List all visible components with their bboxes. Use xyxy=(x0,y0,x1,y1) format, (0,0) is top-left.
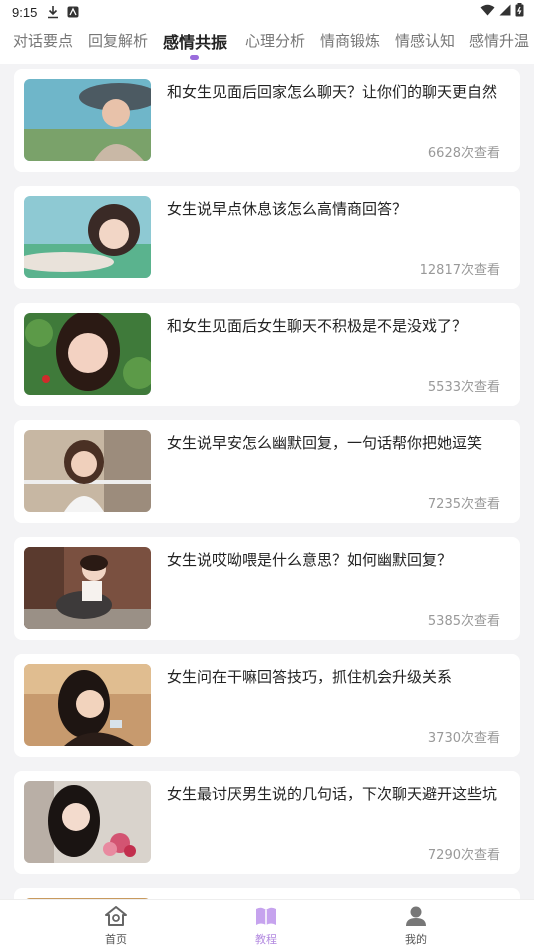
article-thumbnail xyxy=(24,196,151,278)
active-tab-indicator xyxy=(190,55,199,60)
tab-emotional-resonance[interactable]: 感情共振 xyxy=(163,29,227,53)
article-title: 女生说哎呦喂是什么意思？如何幽默回复？ xyxy=(167,551,453,569)
article-card[interactable] xyxy=(14,888,520,899)
profile-icon xyxy=(405,906,427,930)
article-title: 和女生见面后女生聊天不积极是不是没戏了？ xyxy=(167,317,468,335)
bottom-navigation: 首页 教程 我的 xyxy=(0,899,534,949)
status-time: 9:15 xyxy=(12,4,38,20)
article-thumbnail xyxy=(24,664,151,746)
article-card[interactable]: 女生问在干嘛回答技巧，抓住机会升级关系 3730次查看 xyxy=(14,654,520,757)
signal-icon xyxy=(499,4,511,20)
article-view-count: 12817次查看 xyxy=(419,263,500,278)
article-thumbnail xyxy=(24,781,151,863)
wifi-icon xyxy=(480,4,495,20)
nav-mine[interactable]: 我的 xyxy=(386,906,446,947)
nav-home-label: 首页 xyxy=(105,933,127,946)
article-card[interactable]: 女生说哎呦喂是什么意思？如何幽默回复？ 5385次查看 xyxy=(14,537,520,640)
nav-mine-label: 我的 xyxy=(405,933,427,946)
article-view-count: 3730次查看 xyxy=(427,731,500,746)
battery-icon xyxy=(515,3,524,21)
notification-app-icon xyxy=(67,6,79,18)
tab-psychology-analysis[interactable]: 心理分析 xyxy=(245,30,305,51)
tab-eq-training[interactable]: 情商锻炼 xyxy=(320,30,380,51)
tab-reply-analysis[interactable]: 回复解析 xyxy=(88,30,148,51)
tab-emotional-cognition[interactable]: 情感认知 xyxy=(395,30,455,51)
article-card[interactable]: 女生最讨厌男生说的几句话，下次聊天避开这些坑 7290次查看 xyxy=(14,771,520,874)
article-view-count: 5533次查看 xyxy=(427,380,500,395)
category-tabs: 对话要点 回复解析 感情共振 心理分析 情商锻炼 情感认知 感情升温 xyxy=(0,24,534,64)
status-bar: 9:15 xyxy=(0,0,534,24)
home-icon xyxy=(105,906,127,930)
book-icon xyxy=(255,907,277,930)
article-title: 女生说早点休息该怎么高情商回答？ xyxy=(167,200,408,218)
nav-home[interactable]: 首页 xyxy=(86,906,146,947)
tab-relationship-warming[interactable]: 感情升温 xyxy=(469,30,529,51)
article-card[interactable]: 和女生见面后回家怎么聊天？让你们的聊天更自然 6628次查看 xyxy=(14,69,520,172)
article-view-count: 6628次查看 xyxy=(427,146,500,161)
article-list[interactable]: 和女生见面后回家怎么聊天？让你们的聊天更自然 6628次查看 女生说早点休息该怎… xyxy=(0,64,534,899)
article-thumbnail xyxy=(24,79,151,161)
article-title: 女生最讨厌男生说的几句话，下次聊天避开这些坑 xyxy=(167,785,498,803)
article-thumbnail xyxy=(24,313,151,395)
article-card[interactable]: 女生说早安怎么幽默回复，一句话帮你把她逗笑 7235次查看 xyxy=(14,420,520,523)
article-thumbnail xyxy=(24,430,151,512)
article-thumbnail xyxy=(24,547,151,629)
download-icon xyxy=(47,5,59,19)
article-title: 女生说早安怎么幽默回复，一句话帮你把她逗笑 xyxy=(167,434,483,452)
article-title: 和女生见面后回家怎么聊天？让你们的聊天更自然 xyxy=(167,83,498,101)
tab-dialog-points[interactable]: 对话要点 xyxy=(13,30,73,51)
article-view-count: 7290次查看 xyxy=(427,848,500,863)
article-view-count: 5385次查看 xyxy=(427,614,500,629)
article-card[interactable]: 女生说早点休息该怎么高情商回答？ 12817次查看 xyxy=(14,186,520,289)
nav-tutorial[interactable]: 教程 xyxy=(236,906,296,947)
article-title: 女生问在干嘛回答技巧，抓住机会升级关系 xyxy=(167,668,453,686)
nav-tutorial-label: 教程 xyxy=(255,933,277,946)
article-card[interactable]: 和女生见面后女生聊天不积极是不是没戏了？ 5533次查看 xyxy=(14,303,520,406)
article-view-count: 7235次查看 xyxy=(427,497,500,512)
